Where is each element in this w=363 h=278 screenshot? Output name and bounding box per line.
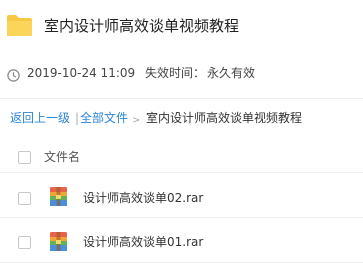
row-divider	[0, 217, 363, 218]
back-link[interactable]: 返回上一级	[10, 110, 70, 127]
rar-icon	[48, 231, 69, 252]
row-divider	[0, 172, 363, 173]
folder-icon	[6, 14, 33, 37]
rar-icon	[48, 186, 69, 207]
select-all-checkbox[interactable]	[18, 151, 31, 164]
row-divider	[0, 262, 363, 263]
file-name[interactable]: 设计师高效谈单02.rar	[83, 190, 203, 207]
breadcrumb-arrow: >	[132, 115, 141, 126]
file-name[interactable]: 设计师高效谈单01.rar	[83, 234, 203, 251]
divider	[0, 98, 363, 99]
breadcrumb-current: 室内设计师高效谈单视频教程	[146, 111, 303, 125]
expire-label: 失效时间：	[145, 66, 206, 80]
expire-value: 永久有效	[207, 66, 256, 80]
page-title: 室内设计师高效谈单视频教程	[44, 17, 240, 35]
row-checkbox[interactable]	[18, 236, 31, 249]
clock-icon	[7, 67, 20, 82]
all-files-link[interactable]: 全部文件	[80, 110, 128, 127]
column-header-filename: 文件名	[44, 150, 81, 164]
share-date: 2019-10-24 11:09	[27, 66, 136, 80]
breadcrumb-separator: |	[75, 111, 80, 125]
row-checkbox[interactable]	[18, 192, 31, 205]
